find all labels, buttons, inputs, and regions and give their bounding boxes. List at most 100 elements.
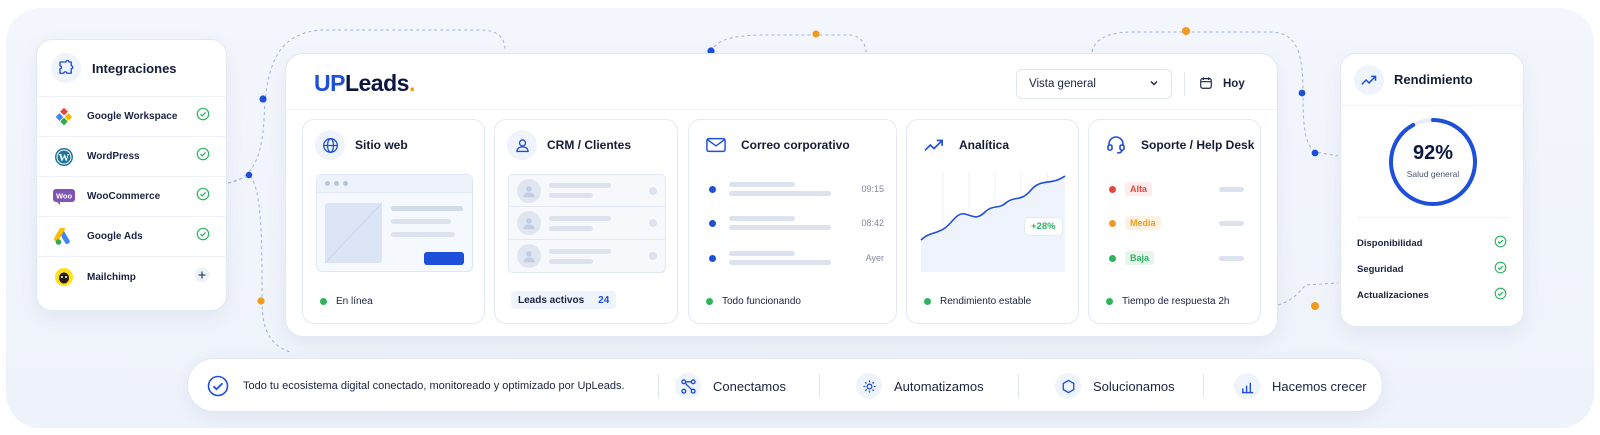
preview-cta-button xyxy=(424,252,464,265)
check-circle-icon xyxy=(196,187,210,206)
divider xyxy=(1357,217,1509,218)
email-time: 09:15 xyxy=(861,184,884,194)
panel-title: Soporte / Help Desk xyxy=(1141,138,1255,152)
support-panel[interactable]: Soporte / Help Desk Alta Media Baja Tiem… xyxy=(1088,119,1261,324)
feature-automate[interactable]: Automatizamos xyxy=(856,359,984,413)
check-circle-icon xyxy=(196,107,210,126)
website-preview xyxy=(316,174,473,272)
integrations-title: Integraciones xyxy=(92,60,177,76)
status-text: En línea xyxy=(336,296,373,307)
features-bar: Todo tu ecosistema digital conectado, mo… xyxy=(187,358,1383,412)
analytics-status: Rendimiento estable xyxy=(924,296,1031,307)
email-row: 08:42 xyxy=(709,216,884,230)
crm-panel[interactable]: CRM / Clientes Leads activos 24 xyxy=(494,119,678,324)
leads-count: 24 xyxy=(598,294,610,306)
list-item xyxy=(508,240,666,273)
tagline-group: Todo tu ecosistema digital conectado, mo… xyxy=(205,359,625,413)
integration-item-woocommerce[interactable]: Woo WooCommerce xyxy=(37,177,226,217)
analytics-panel[interactable]: Analítica +28% Rendimiento estable xyxy=(906,119,1079,324)
integration-item-mailchimp[interactable]: Mailchimp xyxy=(37,257,226,297)
ticket-row: Baja xyxy=(1109,251,1244,265)
performance-title: Rendimiento xyxy=(1394,72,1473,87)
feature-connect[interactable]: Conectamos xyxy=(675,359,786,413)
check-item-updates: Actualizaciones xyxy=(1357,287,1507,303)
integration-name: WordPress xyxy=(87,151,140,162)
woocommerce-icon: Woo xyxy=(53,186,75,208)
online-indicator xyxy=(706,298,713,305)
svg-text:W: W xyxy=(59,152,70,164)
ticket-row: Media xyxy=(1109,216,1244,230)
support-status: Tiempo de respuesta 2h xyxy=(1106,296,1229,307)
check-circle-icon xyxy=(1494,287,1507,303)
integration-name: Google Ads xyxy=(87,231,143,242)
priority-badge-low: Baja xyxy=(1125,251,1155,265)
growth-badge: +28% xyxy=(1024,217,1063,236)
integration-item-google-workspace[interactable]: Google Workspace xyxy=(37,97,226,137)
feature-label: Automatizamos xyxy=(894,378,984,394)
panel-title: Analítica xyxy=(959,138,1010,152)
svg-text:Woo: Woo xyxy=(56,191,73,200)
nodes-icon xyxy=(675,373,701,399)
health-label: Salud general xyxy=(1406,169,1460,179)
website-panel[interactable]: Sitio web En línea xyxy=(302,119,485,324)
globe-icon xyxy=(315,130,345,160)
integrations-card: Integraciones Google Workspace W WordPre… xyxy=(36,39,227,311)
status-text: Tiempo de respuesta 2h xyxy=(1122,296,1230,307)
leads-label: Leads activos xyxy=(518,294,585,306)
view-select-value: Vista general xyxy=(1029,78,1096,90)
check-circle-icon xyxy=(1494,261,1507,277)
google-ads-icon xyxy=(53,226,75,248)
performance-card: Rendimiento 92% Salud general Disponibil… xyxy=(1340,53,1524,327)
online-indicator xyxy=(924,298,931,305)
feature-label: Conectamos xyxy=(713,378,786,394)
integration-item-wordpress[interactable]: W WordPress xyxy=(37,137,226,177)
divider xyxy=(1184,72,1185,96)
panel-title: Sitio web xyxy=(355,138,408,152)
date-filter-label: Hoy xyxy=(1223,78,1245,90)
check-circle-icon xyxy=(196,227,210,246)
user-icon xyxy=(507,130,537,160)
performance-header: Rendimiento xyxy=(1341,54,1523,106)
wordpress-icon: W xyxy=(53,146,75,168)
calendar-icon xyxy=(1199,76,1213,93)
feature-grow[interactable]: Hacemos crecer xyxy=(1234,359,1367,413)
view-select[interactable]: Vista general xyxy=(1016,69,1172,99)
trending-up-icon xyxy=(919,130,949,160)
email-panel[interactable]: Correo corporativo 09:15 08:42 Ayer Todo… xyxy=(688,119,897,324)
status-text: Todo funcionando xyxy=(722,296,801,307)
list-item xyxy=(508,207,666,240)
headset-icon xyxy=(1101,130,1131,160)
check-item-security: Seguridad xyxy=(1357,261,1507,277)
dashboard-window: UPLeads. Vista general Hoy Sitio web En … xyxy=(285,53,1278,337)
integration-item-google-ads[interactable]: Google Ads xyxy=(37,217,226,257)
health-score: 92% xyxy=(1412,142,1454,164)
add-integration-button[interactable] xyxy=(194,267,210,288)
bar-chart-icon xyxy=(1234,373,1260,399)
integration-name: Mailchimp xyxy=(87,271,136,283)
divider xyxy=(658,374,659,398)
lifebuoy-icon xyxy=(1055,373,1081,399)
date-filter-button[interactable]: Hoy xyxy=(1199,69,1245,99)
feature-solve[interactable]: Solucionamos xyxy=(1055,359,1175,413)
image-placeholder xyxy=(324,202,383,264)
check-circle-icon xyxy=(1494,235,1507,251)
integration-name: WooCommerce xyxy=(87,191,161,202)
tagline-text: Todo tu ecosistema digital conectado, mo… xyxy=(243,380,625,392)
email-status: Todo funcionando xyxy=(706,296,801,307)
check-circle-icon xyxy=(205,373,231,399)
divider xyxy=(819,374,820,398)
upleads-logo: UPLeads. xyxy=(314,70,415,96)
feature-label: Solucionamos xyxy=(1093,378,1175,394)
crm-contact-list xyxy=(508,174,666,275)
online-indicator xyxy=(1106,298,1113,305)
panel-title: CRM / Clientes xyxy=(547,138,632,152)
ticket-row: Alta xyxy=(1109,182,1244,196)
google-workspace-icon xyxy=(53,106,75,128)
divider xyxy=(1018,374,1019,398)
integration-name: Google Workspace xyxy=(87,111,178,122)
website-status: En línea xyxy=(320,296,373,307)
email-time: 08:42 xyxy=(861,218,884,228)
dashboard-topbar: UPLeads. Vista general Hoy xyxy=(286,54,1277,110)
mailchimp-icon xyxy=(53,266,75,288)
online-indicator xyxy=(320,298,327,305)
